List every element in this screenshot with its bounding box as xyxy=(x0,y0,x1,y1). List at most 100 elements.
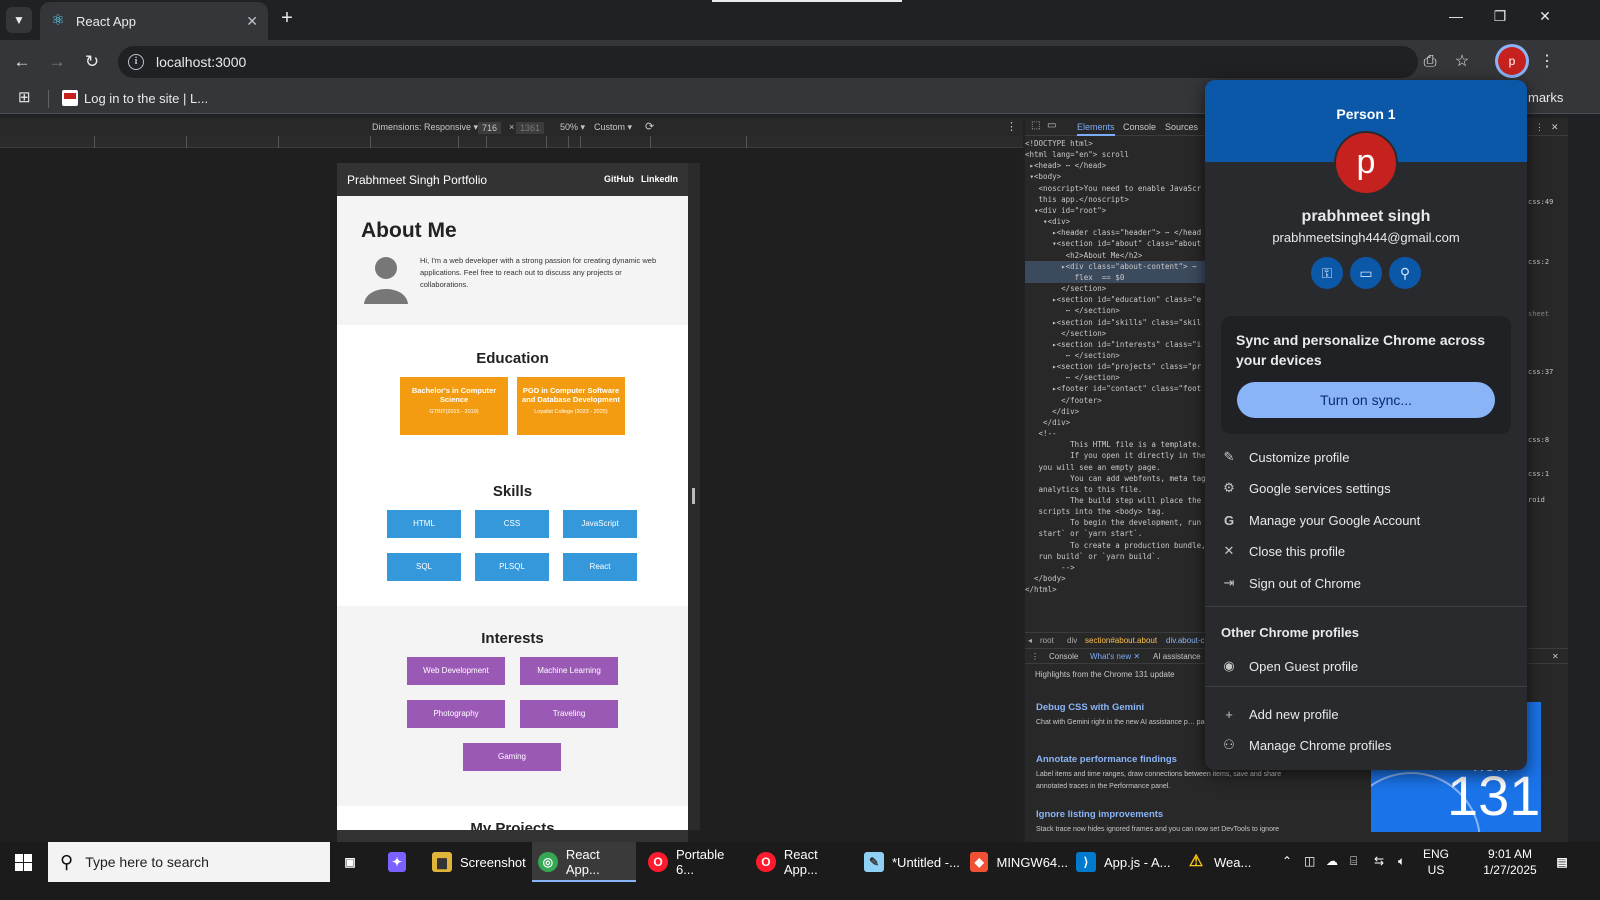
dom-node-line[interactable]: ▸<section id="projects" class="pr xyxy=(1025,361,1205,372)
device-toggle-icon[interactable]: ▭ xyxy=(1047,120,1056,131)
dom-node-line[interactable]: scripts into the <body> tag. xyxy=(1025,506,1205,517)
drawer-tab-ai[interactable]: AI assistance xyxy=(1153,652,1201,661)
drawer-tab-console[interactable]: Console xyxy=(1049,652,1078,661)
network-icon[interactable]: ⌸ xyxy=(1350,854,1357,869)
dom-node-line[interactable]: <html lang="en"> scroll xyxy=(1025,149,1205,160)
dom-node-line[interactable]: --> xyxy=(1025,562,1205,573)
customize-profile-item[interactable]: ✎ Customize profile xyxy=(1205,443,1527,471)
info-icon[interactable]: i xyxy=(128,54,144,70)
address-pin-icon[interactable]: ⚲ xyxy=(1389,257,1421,289)
forward-button[interactable]: → xyxy=(45,50,69,74)
dom-node-line[interactable]: To create a production bundle, xyxy=(1025,540,1205,551)
dom-node-line[interactable]: </section> xyxy=(1025,328,1205,339)
drawer-menu-icon[interactable]: ⋮ xyxy=(1031,652,1039,661)
dom-node-line[interactable]: ▸<div class="about-content"> ⋯ xyxy=(1025,260,1205,272)
copilot-button[interactable]: ✦ xyxy=(388,842,414,882)
notifications-button[interactable]: ▤ xyxy=(1552,842,1582,882)
meet-icon[interactable]: ◫ xyxy=(1304,854,1315,868)
dom-node-line[interactable]: <h2>About Me</h2> xyxy=(1025,250,1205,261)
dom-node-line[interactable]: This HTML file is a template. xyxy=(1025,439,1205,450)
viewport-resize-bottom[interactable] xyxy=(337,830,688,842)
devtools-more-icon[interactable]: ⋮ xyxy=(1535,122,1544,133)
back-button[interactable]: ← xyxy=(10,50,34,74)
rotate-icon[interactable]: ⟳ xyxy=(645,120,654,133)
dom-node-line[interactable]: If you open it directly in the xyxy=(1025,450,1205,461)
dom-node-line[interactable]: ⋯ </section> xyxy=(1025,305,1205,316)
dimensions-select[interactable]: Dimensions: Responsive ▾ xyxy=(372,122,478,133)
payment-card-icon[interactable]: ▭ xyxy=(1350,257,1382,289)
dom-node-line[interactable]: You can add webfonts, meta tag xyxy=(1025,473,1205,484)
dom-node-line[interactable]: ▸<head> ⋯ </head> xyxy=(1025,160,1205,171)
taskbar-app-portable[interactable]: O Portable 6... xyxy=(642,842,746,882)
style-source-link[interactable]: sheet xyxy=(1528,310,1549,318)
tab-search-button[interactable]: ▼ xyxy=(6,7,32,33)
dom-node-line[interactable]: run build` or `yarn build`. xyxy=(1025,551,1205,562)
dom-node-line[interactable]: The build step will place the xyxy=(1025,495,1205,506)
drawer-close-icon[interactable]: ✕ xyxy=(1552,652,1559,661)
dom-node-line[interactable]: </section> xyxy=(1025,283,1205,294)
breadcrumb-item[interactable]: root xyxy=(1040,636,1054,645)
minimize-button[interactable]: — xyxy=(1436,8,1476,32)
dom-node-line[interactable]: this app.</noscript> xyxy=(1025,194,1205,205)
taskbar-app-notepad[interactable]: ✎ *Untitled -... xyxy=(858,842,962,882)
turn-on-sync-button[interactable]: Turn on sync... xyxy=(1237,382,1495,418)
taskbar-app-mingw[interactable]: ◆ MINGW64... xyxy=(964,842,1068,882)
sign-out-item[interactable]: ⇥ Sign out of Chrome xyxy=(1205,569,1527,597)
restore-button[interactable]: ❐ xyxy=(1480,8,1520,32)
breadcrumb-item[interactable]: section#about.about xyxy=(1085,636,1157,645)
dom-node-line[interactable]: ▾<div> xyxy=(1025,216,1205,227)
usb-icon[interactable]: ⇆ xyxy=(1374,854,1384,868)
language-indicator[interactable]: ENG US xyxy=(1422,846,1450,878)
style-source-link[interactable]: css:37 xyxy=(1528,368,1553,376)
add-new-profile-item[interactable]: + Add new profile xyxy=(1205,700,1527,728)
taskbar-app-vscode[interactable]: ⟩ App.js - A... xyxy=(1070,842,1174,882)
dom-node-line[interactable]: <!DOCTYPE html> xyxy=(1025,138,1205,149)
dom-node-line[interactable]: analytics to this file. xyxy=(1025,484,1205,495)
install-app-icon[interactable]: ⎙ xyxy=(1418,50,1442,74)
dom-node-line[interactable]: you will see an empty page. xyxy=(1025,462,1205,473)
throttle-select[interactable]: Custom ▾ xyxy=(594,122,632,133)
dom-node-line[interactable]: ▸<header class="header"> ⋯ </head xyxy=(1025,227,1205,238)
news-title[interactable]: Ignore listing improvements xyxy=(1036,809,1163,820)
news-title[interactable]: Debug CSS with Gemini xyxy=(1036,702,1144,713)
profile-avatar-button[interactable]: p xyxy=(1498,47,1526,75)
dom-node-line[interactable]: ▸<section id="skills" class="skil xyxy=(1025,317,1205,328)
bookmark-star-icon[interactable]: ☆ xyxy=(1450,50,1474,74)
google-services-item[interactable]: ⚙ Google services settings xyxy=(1205,474,1527,502)
tab-close-icon[interactable]: ✕ xyxy=(246,13,258,30)
cloud-icon[interactable]: ☁ xyxy=(1326,854,1338,868)
bookmark-item[interactable]: Log in to the site | L... xyxy=(62,90,208,106)
dom-node-line[interactable]: ⋯ </section> xyxy=(1025,372,1205,383)
dom-node-line[interactable]: <noscript>You need to enable JavaScr xyxy=(1025,183,1205,194)
apps-grid-icon[interactable]: ⊞ xyxy=(18,90,34,106)
browser-tab[interactable]: ⚛ React App ✕ xyxy=(40,2,268,40)
style-source-link[interactable]: css:1 xyxy=(1528,470,1549,478)
kebab-menu-icon[interactable]: ⋮ xyxy=(1535,50,1559,74)
dom-node-line[interactable]: </html> xyxy=(1025,584,1205,595)
width-input[interactable]: 716 xyxy=(478,122,502,134)
tab-elements[interactable]: Elements xyxy=(1077,122,1115,136)
device-more-icon[interactable]: ⋮ xyxy=(1006,120,1017,133)
chevron-up-icon[interactable]: ⌃ xyxy=(1282,854,1292,868)
dom-node-line[interactable]: </body> xyxy=(1025,573,1205,584)
taskbar-app-chrome[interactable]: ◎ React App... xyxy=(532,842,636,882)
zoom-select[interactable]: 50% ▾ xyxy=(560,122,585,133)
tab-sources[interactable]: Sources xyxy=(1165,122,1198,132)
devtools-close-icon[interactable]: ✕ xyxy=(1551,122,1559,133)
inspect-icon[interactable]: ⬚ xyxy=(1031,120,1040,131)
manage-google-account-item[interactable]: G Manage your Google Account xyxy=(1205,506,1527,534)
dom-node-line[interactable]: ▸<section id="interests" class="i xyxy=(1025,339,1205,350)
dom-node-line[interactable]: </div> xyxy=(1025,417,1205,428)
style-source-link[interactable]: css:49 xyxy=(1528,198,1553,206)
manage-profiles-item[interactable]: ⚇ Manage Chrome profiles xyxy=(1205,731,1527,759)
style-source-link[interactable]: roid xyxy=(1528,496,1545,504)
taskbar-search[interactable]: ⚲ Type here to search xyxy=(48,842,330,882)
close-profile-item[interactable]: ✕ Close this profile xyxy=(1205,537,1527,565)
taskbar-app-screenshot[interactable]: ▆ Screenshot xyxy=(426,842,526,882)
nav-linkedin-link[interactable]: LinkedIn xyxy=(641,174,678,184)
breadcrumb-item[interactable]: ◂ xyxy=(1028,636,1032,645)
dom-node-line[interactable]: start` or `yarn start`. xyxy=(1025,528,1205,539)
reload-button[interactable]: ↻ xyxy=(80,50,104,74)
open-guest-profile-item[interactable]: ◉ Open Guest profile xyxy=(1205,652,1527,680)
dom-node-line[interactable]: ▾<body> xyxy=(1025,171,1205,182)
